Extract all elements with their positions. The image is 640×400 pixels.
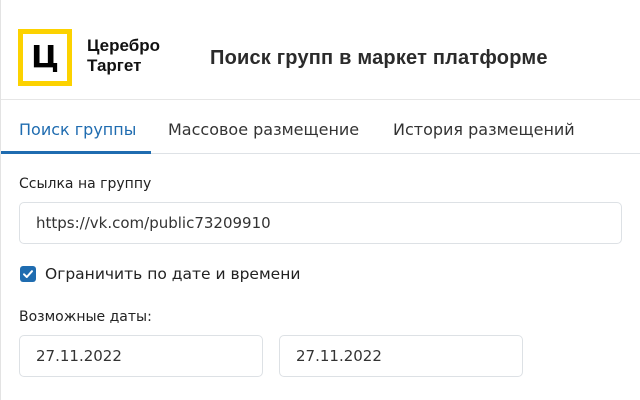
dates-label: Возможные даты: bbox=[19, 309, 152, 325]
brand-name-line2: Таргет bbox=[87, 56, 142, 75]
group-link-label: Ссылка на группу bbox=[19, 176, 152, 192]
limit-by-date-checkbox[interactable] bbox=[20, 266, 36, 282]
brand-name-line1: Церебро bbox=[87, 36, 160, 55]
tab-group-search[interactable]: Поиск группы bbox=[19, 100, 136, 154]
page-title: Поиск групп в маркет платформе bbox=[210, 47, 548, 69]
app-frame: Ц Церебро Таргет Поиск групп в маркет пл… bbox=[0, 0, 640, 400]
limit-by-date-row[interactable]: Ограничить по дате и времени bbox=[20, 264, 300, 284]
tab-bar: Поиск группы Массовое размещение История… bbox=[1, 100, 640, 154]
checkmark-icon bbox=[23, 270, 33, 278]
brand-name: Церебро Таргет bbox=[87, 36, 160, 76]
tab-mass-placement[interactable]: Массовое размещение bbox=[168, 100, 359, 154]
header: Ц Церебро Таргет Поиск групп в маркет пл… bbox=[1, 0, 640, 100]
group-link-input[interactable]: https://vk.com/public73209910 bbox=[19, 202, 622, 244]
active-tab-indicator bbox=[1, 151, 151, 154]
limit-by-date-label: Ограничить по дате и времени bbox=[45, 265, 301, 283]
tab-placement-history[interactable]: История размещений bbox=[393, 100, 575, 154]
date-to-input[interactable]: 27.11.2022 bbox=[279, 335, 523, 377]
brand-logo: Ц bbox=[18, 29, 72, 86]
brand-logo-letter: Ц bbox=[31, 40, 59, 75]
date-from-input[interactable]: 27.11.2022 bbox=[19, 335, 263, 377]
